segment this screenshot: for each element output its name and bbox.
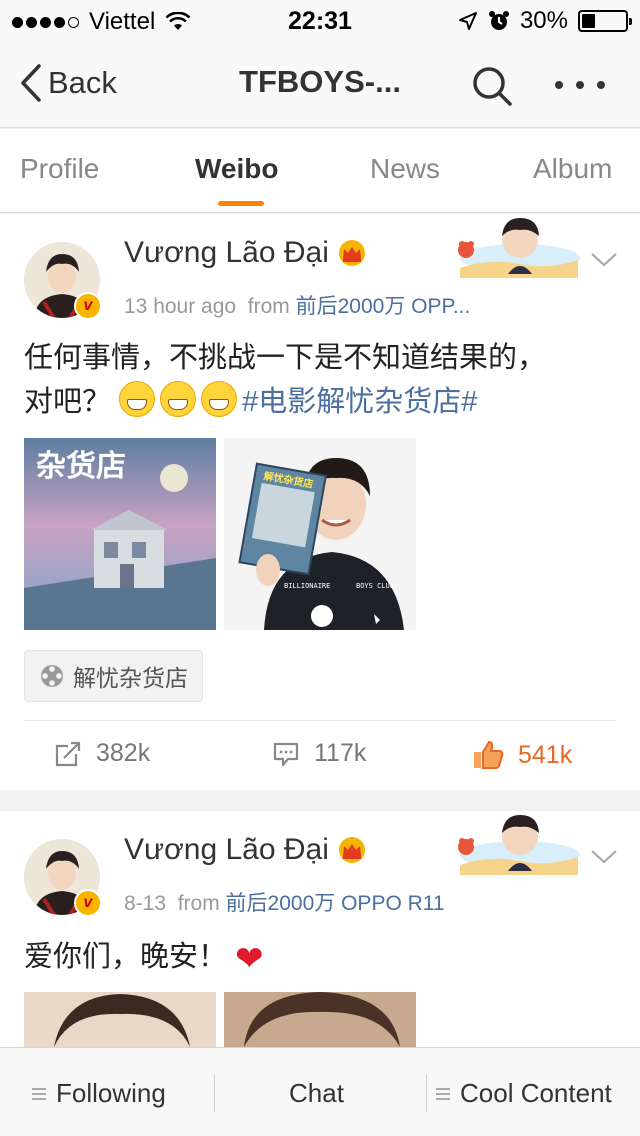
- comment-count: 117k: [314, 739, 367, 767]
- chevron-down-icon[interactable]: [590, 252, 618, 268]
- menu-lines-icon: [32, 1087, 46, 1100]
- crown-badge-icon: [338, 837, 365, 863]
- tab-profile[interactable]: Profile: [20, 153, 99, 185]
- heart-emoji-icon: ❤: [235, 940, 264, 978]
- following-label: Following: [56, 1078, 166, 1108]
- shirt-text-1: BILLIONAIRE: [284, 582, 330, 590]
- tab-news[interactable]: News: [370, 153, 440, 185]
- like-button[interactable]: 541k: [472, 739, 572, 771]
- poster-title-text: 杂货店: [36, 449, 126, 484]
- post-body: 爱你们，晚安！ ❤: [24, 935, 614, 981]
- hashtag-link[interactable]: #电影解忧杂货店#: [242, 386, 477, 418]
- repost-icon: [55, 741, 81, 766]
- toolbar-divider: [426, 1074, 427, 1112]
- photo-image: [24, 992, 216, 1047]
- from-label: from: [247, 295, 290, 318]
- photo-image: [224, 992, 416, 1047]
- status-right: 30%: [458, 7, 632, 35]
- cool-content-button[interactable]: Cool Content: [436, 1078, 612, 1109]
- from-label: from: [177, 892, 220, 915]
- active-tab-indicator: [218, 201, 264, 206]
- card-decoration-image: [458, 218, 580, 278]
- card-decoration-image: [458, 815, 580, 875]
- back-label: Back: [48, 65, 117, 100]
- post-text-prefix: 对吧？: [24, 386, 112, 418]
- verified-badge-icon: v: [74, 889, 102, 917]
- feed-post: v Vương Lão Đại 8-13 from 前后2000万 OPPO R…: [0, 811, 640, 1047]
- status-bar: Viettel 22:31 30%: [0, 0, 640, 40]
- comment-icon: [273, 742, 299, 766]
- location-tag-label: 解忧杂货店: [73, 665, 188, 691]
- verified-badge-icon: v: [74, 292, 102, 320]
- grin-emoji-icon: [119, 381, 156, 417]
- post-time: 8-13: [124, 892, 167, 915]
- post-author[interactable]: Vương Lão Đại: [124, 833, 367, 867]
- battery-percent: 30%: [519, 7, 568, 34]
- more-options-icon[interactable]: [555, 70, 605, 100]
- post-text-line-2: 对吧？ #电影解忧杂货店#: [24, 380, 614, 424]
- shirt-text-2: BOYS CLUB: [356, 582, 394, 590]
- bottom-toolbar: Following Chat Cool Content: [0, 1047, 640, 1136]
- search-icon[interactable]: [470, 64, 514, 108]
- back-button[interactable]: Back: [20, 64, 117, 102]
- post-body: 任何事情，不挑战一下是不知道结果的， 对吧？ #电影解忧杂货店#: [24, 336, 614, 424]
- location-arrow-icon: [458, 12, 477, 30]
- toolbar-divider: [214, 1074, 215, 1112]
- grin-emoji-icon: [160, 381, 197, 417]
- author-name: Vương Lão Đại: [124, 236, 329, 269]
- post-image-photo[interactable]: [224, 992, 416, 1047]
- movie-poster-image: 杂货店: [24, 438, 216, 630]
- tab-weibo[interactable]: Weibo: [195, 153, 278, 185]
- crown-badge-icon: [338, 240, 365, 266]
- location-tag[interactable]: 解忧杂货店: [24, 650, 203, 702]
- post-meta: 8-13 from 前后2000万 OPPO R11: [124, 887, 445, 917]
- post-author[interactable]: Vương Lão Đại: [124, 236, 367, 270]
- repost-count: 382k: [96, 739, 151, 767]
- navigation-bar: Back TFBOYS-...: [0, 40, 640, 128]
- chat-button[interactable]: Chat: [289, 1078, 344, 1109]
- chevron-left-icon: [21, 64, 41, 102]
- page-title: TFBOYS-...: [239, 64, 401, 99]
- post-time: 13 hour ago: [124, 295, 237, 318]
- profile-tabs: Profile Weibo News Album: [0, 129, 640, 213]
- feed-post: v Vương Lão Đại 13 hour ago from 前后2000万…: [0, 214, 640, 790]
- grin-emoji-icon: [201, 381, 238, 417]
- post-actions: 382k 117k 541k: [24, 720, 616, 788]
- film-reel-icon: [41, 665, 63, 687]
- post-image-photo[interactable]: [24, 992, 216, 1047]
- menu-lines-icon: [436, 1087, 450, 1100]
- battery-icon: [578, 10, 632, 32]
- comment-button[interactable]: 117k: [272, 739, 366, 768]
- post-image-movie-poster[interactable]: 杂货店: [24, 438, 216, 630]
- tab-album[interactable]: Album: [533, 153, 612, 185]
- thumbs-up-icon: [474, 740, 504, 769]
- post-image-photo[interactable]: 解忧杂货店 BILLIONAIRE BOYS CLUB: [224, 438, 416, 630]
- alarm-icon: [488, 11, 509, 30]
- chevron-down-icon[interactable]: [590, 849, 618, 865]
- post-text-line-1: 任何事情，不挑战一下是不知道结果的，: [24, 342, 547, 374]
- person-with-book-image: 解忧杂货店 BILLIONAIRE BOYS CLUB: [224, 438, 416, 630]
- like-count: 541k: [518, 740, 573, 769]
- post-text: 爱你们，晚安！: [24, 941, 228, 973]
- following-button[interactable]: Following: [32, 1078, 166, 1109]
- chat-label: Chat: [289, 1078, 344, 1108]
- cool-content-label: Cool Content: [460, 1078, 612, 1108]
- post-source[interactable]: 前后2000万 OPP...: [296, 295, 471, 318]
- author-name: Vương Lão Đại: [124, 833, 329, 866]
- post-source[interactable]: 前后2000万 OPPO R11: [226, 892, 445, 915]
- repost-button[interactable]: 382k: [54, 739, 150, 768]
- post-meta: 13 hour ago from 前后2000万 OPP...: [124, 290, 470, 320]
